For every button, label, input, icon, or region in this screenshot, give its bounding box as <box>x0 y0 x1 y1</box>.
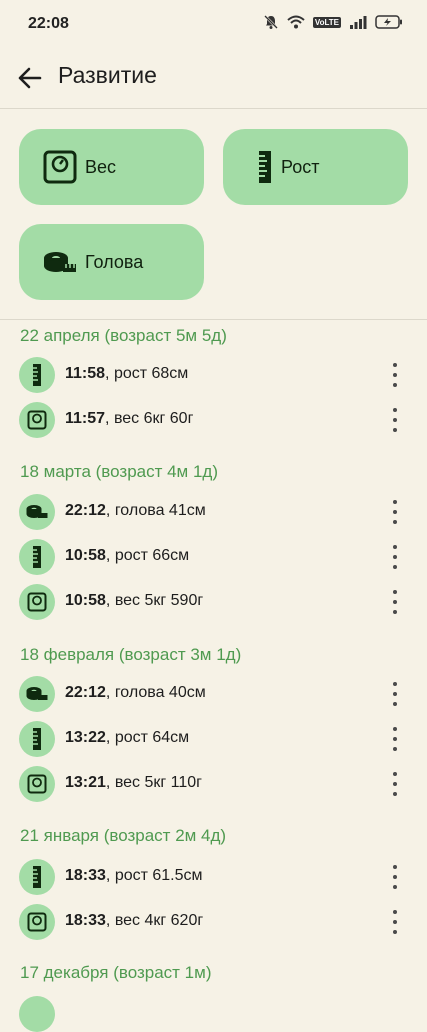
ruler-icon <box>19 721 55 757</box>
status-time: 22:08 <box>28 15 69 32</box>
volte-icon: VoLTE <box>312 16 341 28</box>
scale-icon <box>43 150 77 184</box>
list-item[interactable]: 18:33, вес 4кг 620г <box>0 900 427 944</box>
scale-icon <box>19 402 55 438</box>
ruler-icon <box>19 859 55 895</box>
list-item[interactable]: 22:12, голова 41см <box>0 490 427 534</box>
weight-button[interactable]: Вес <box>19 129 204 205</box>
list-item[interactable]: 18:33, рост 61.5см <box>0 855 427 899</box>
scale-icon <box>19 904 55 940</box>
more-options-icon[interactable] <box>387 545 403 569</box>
entry-text: 13:21, вес 5кг 110г <box>65 774 202 791</box>
ruler-icon <box>19 539 55 575</box>
head-button[interactable]: Голова <box>19 224 204 300</box>
battery-icon <box>375 15 402 29</box>
list-item[interactable]: 13:21, вес 5кг 110г <box>0 762 427 806</box>
more-options-icon[interactable] <box>387 682 403 706</box>
entry-text: 22:12, голова 40см <box>65 684 206 701</box>
tape-measure-icon <box>19 676 55 712</box>
entry-text: 10:58, вес 5кг 590г <box>65 592 204 609</box>
ruler-icon <box>19 357 55 393</box>
scale-icon <box>19 584 55 620</box>
group-header: 22 апреля (возраст 5м 5д) <box>20 326 227 345</box>
more-options-icon[interactable] <box>387 408 403 432</box>
more-options-icon[interactable] <box>387 910 403 934</box>
group-header: 18 марта (возраст 4м 1д) <box>20 462 219 481</box>
more-options-icon[interactable] <box>387 727 403 751</box>
tape-measure-icon <box>44 252 76 272</box>
scale-icon <box>19 766 55 802</box>
page-title: Развитие <box>58 62 157 88</box>
height-button[interactable]: Рост <box>223 129 408 205</box>
entry-text: 10:58, рост 66см <box>65 547 190 564</box>
list-item[interactable]: 10:58, рост 66см <box>0 535 427 579</box>
wifi-icon <box>287 15 305 29</box>
entry-text: 13:22, рост 64см <box>65 729 190 746</box>
list-item[interactable]: 22:12, голова 40см <box>0 672 427 716</box>
group-header: 17 декабря (возраст 1м) <box>20 963 212 982</box>
list-item[interactable]: 10:58, вес 5кг 590г <box>0 580 427 624</box>
entry-text: 11:58, рост 68см <box>65 365 189 382</box>
weight-button-label: Вес <box>85 156 117 177</box>
tape-measure-icon <box>19 494 55 530</box>
more-options-icon[interactable] <box>387 500 403 524</box>
more-options-icon[interactable] <box>387 865 403 889</box>
arrow-left-icon <box>18 67 42 89</box>
entry-text: 22:12, голова 41см <box>65 502 206 519</box>
divider <box>0 108 427 109</box>
status-icons: VoLTE <box>263 14 403 30</box>
signal-icon <box>350 16 367 29</box>
list-item[interactable]: 11:57, вес 6кг 60г <box>0 398 427 442</box>
more-options-icon[interactable] <box>387 363 403 387</box>
entry-text: 18:33, вес 4кг 620г <box>65 912 204 929</box>
ruler-icon <box>259 151 271 183</box>
entry-text: 11:57, вес 6кг 60г <box>65 410 194 427</box>
height-button-label: Рост <box>281 156 320 177</box>
app-bar: Развитие <box>0 50 427 108</box>
entry-text: 18:33, рост 61.5см <box>65 867 203 884</box>
back-button[interactable] <box>12 60 48 96</box>
status-bar: 22:08 VoLTE <box>0 0 427 46</box>
list-item-icon-partial <box>19 996 55 1032</box>
list-item[interactable]: 13:22, рост 64см <box>0 717 427 761</box>
more-options-icon[interactable] <box>387 590 403 614</box>
more-options-icon[interactable] <box>387 772 403 796</box>
group-header: 21 января (возраст 2м 4д) <box>20 826 227 845</box>
head-button-label: Голова <box>85 251 144 272</box>
bell-muted-icon <box>263 15 278 29</box>
list-item[interactable]: 11:58, рост 68см <box>0 353 427 397</box>
divider <box>0 319 427 320</box>
group-header: 18 февраля (возраст 3м 1д) <box>20 645 242 664</box>
